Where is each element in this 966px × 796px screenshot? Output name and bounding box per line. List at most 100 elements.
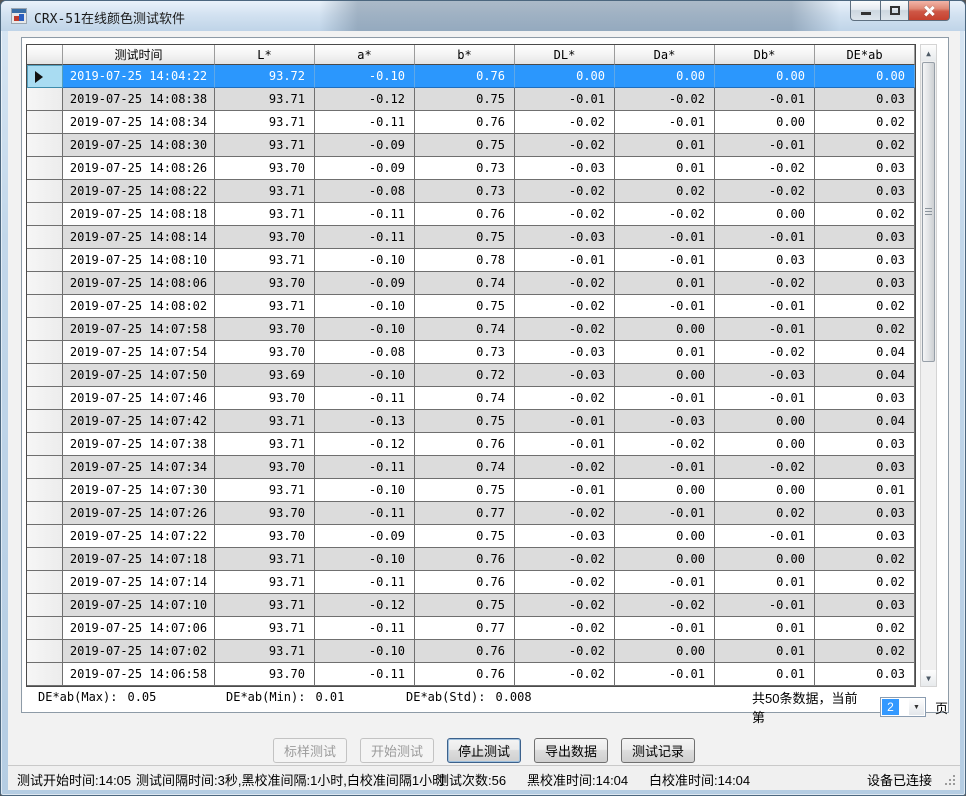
table-cell[interactable]: 0.03 (815, 180, 915, 203)
table-cell[interactable]: 0.76 (415, 548, 515, 571)
table-cell[interactable]: -0.08 (315, 341, 415, 364)
table-cell[interactable]: 2019-07-25 14:08:02 (63, 295, 215, 318)
table-cell[interactable]: -0.02 (515, 640, 615, 663)
table-cell[interactable]: 0.74 (415, 318, 515, 341)
column-header[interactable]: b* (415, 45, 515, 65)
table-cell[interactable]: 2019-07-25 14:07:30 (63, 479, 215, 502)
column-header[interactable]: 测试时间 (63, 45, 215, 65)
table-cell[interactable]: 2019-07-25 14:07:18 (63, 548, 215, 571)
table-cell[interactable]: 0.00 (715, 410, 815, 433)
table-cell[interactable]: -0.02 (515, 502, 615, 525)
row-header[interactable] (27, 180, 63, 203)
table-cell[interactable]: 93.71 (215, 571, 315, 594)
table-cell[interactable]: 93.71 (215, 180, 315, 203)
table-cell[interactable]: 0.03 (815, 663, 915, 686)
column-header[interactable]: DE*ab (815, 45, 915, 65)
table-cell[interactable]: 93.71 (215, 594, 315, 617)
table-cell[interactable]: 0.74 (415, 272, 515, 295)
table-cell[interactable]: -0.02 (515, 134, 615, 157)
table-cell[interactable]: -0.09 (315, 134, 415, 157)
table-cell[interactable]: -0.02 (515, 456, 615, 479)
table-cell[interactable]: -0.02 (515, 548, 615, 571)
row-header[interactable] (27, 111, 63, 134)
table-cell[interactable]: -0.10 (315, 364, 415, 387)
table-cell[interactable]: 0.03 (715, 249, 815, 272)
table-cell[interactable]: 0.76 (415, 571, 515, 594)
table-cell[interactable]: 0.73 (415, 341, 515, 364)
table-cell[interactable]: -0.10 (315, 640, 415, 663)
table-cell[interactable]: 0.03 (815, 226, 915, 249)
table-cell[interactable]: 0.02 (815, 571, 915, 594)
table-cell[interactable]: -0.03 (715, 364, 815, 387)
resize-grip-icon[interactable] (945, 775, 957, 787)
table-cell[interactable]: 2019-07-25 14:07:22 (63, 525, 215, 548)
table-cell[interactable]: 0.04 (815, 410, 915, 433)
row-header[interactable] (27, 617, 63, 640)
table-row[interactable]: 2019-07-25 14:07:3893.71-0.120.76-0.01-0… (27, 433, 915, 456)
export-data-button[interactable]: 导出数据 (534, 738, 608, 763)
table-cell[interactable]: 0.01 (715, 663, 815, 686)
table-row[interactable]: 2019-07-25 14:07:2293.70-0.090.75-0.030.… (27, 525, 915, 548)
table-row[interactable]: 2019-07-25 14:07:1093.71-0.120.75-0.02-0… (27, 594, 915, 617)
table-cell[interactable]: 0.75 (415, 226, 515, 249)
table-row[interactable]: 2019-07-25 14:07:5493.70-0.080.73-0.030.… (27, 341, 915, 364)
table-cell[interactable]: 0.02 (815, 318, 915, 341)
table-row[interactable]: 2019-07-25 14:08:2293.71-0.080.73-0.020.… (27, 180, 915, 203)
table-cell[interactable]: 0.01 (715, 617, 815, 640)
table-row[interactable]: 2019-07-25 14:07:0693.71-0.110.77-0.02-0… (27, 617, 915, 640)
table-cell[interactable]: -0.02 (515, 571, 615, 594)
table-row[interactable]: 2019-07-25 14:07:0293.71-0.100.76-0.020.… (27, 640, 915, 663)
table-cell[interactable]: 0.76 (415, 111, 515, 134)
table-cell[interactable]: -0.12 (315, 433, 415, 456)
table-cell[interactable]: 0.01 (715, 571, 815, 594)
row-header[interactable] (27, 548, 63, 571)
table-cell[interactable]: 93.70 (215, 226, 315, 249)
table-cell[interactable]: 2019-07-25 14:08:26 (63, 157, 215, 180)
table-cell[interactable]: -0.01 (515, 249, 615, 272)
table-cell[interactable]: -0.02 (715, 456, 815, 479)
table-cell[interactable]: 93.71 (215, 479, 315, 502)
table-cell[interactable]: 0.75 (415, 525, 515, 548)
row-header[interactable] (27, 479, 63, 502)
column-header[interactable]: Db* (715, 45, 815, 65)
table-row[interactable]: 2019-07-25 14:08:3093.71-0.090.75-0.020.… (27, 134, 915, 157)
row-header[interactable] (27, 433, 63, 456)
table-cell[interactable]: -0.01 (615, 226, 715, 249)
table-cell[interactable]: 0.02 (715, 502, 815, 525)
table-cell[interactable]: 0.03 (815, 387, 915, 410)
table-cell[interactable]: -0.02 (615, 203, 715, 226)
table-cell[interactable]: 0.75 (415, 295, 515, 318)
table-cell[interactable]: 93.71 (215, 295, 315, 318)
table-cell[interactable]: 93.69 (215, 364, 315, 387)
table-cell[interactable]: -0.10 (315, 318, 415, 341)
table-cell[interactable]: -0.02 (515, 272, 615, 295)
table-cell[interactable]: 0.00 (715, 65, 815, 88)
table-cell[interactable]: 0.75 (415, 479, 515, 502)
table-cell[interactable]: -0.02 (515, 663, 615, 686)
table-cell[interactable]: 0.00 (615, 479, 715, 502)
table-cell[interactable]: 0.00 (715, 203, 815, 226)
row-header[interactable] (27, 456, 63, 479)
table-cell[interactable]: 2019-07-25 14:07:34 (63, 456, 215, 479)
table-cell[interactable]: -0.10 (315, 295, 415, 318)
table-cell[interactable]: -0.02 (515, 617, 615, 640)
table-cell[interactable]: 2019-07-25 14:07:10 (63, 594, 215, 617)
table-cell[interactable]: 0.03 (815, 88, 915, 111)
table-cell[interactable]: 0.00 (615, 640, 715, 663)
row-header[interactable] (27, 295, 63, 318)
table-cell[interactable]: 0.03 (815, 456, 915, 479)
table-cell[interactable]: 93.71 (215, 203, 315, 226)
table-cell[interactable]: -0.02 (515, 180, 615, 203)
table-cell[interactable]: -0.02 (715, 272, 815, 295)
table-cell[interactable]: 0.75 (415, 410, 515, 433)
table-cell[interactable]: -0.03 (515, 525, 615, 548)
table-cell[interactable]: 2019-07-25 14:07:58 (63, 318, 215, 341)
standard-sample-test-button[interactable]: 标样测试 (273, 738, 347, 763)
row-header[interactable] (27, 410, 63, 433)
table-row[interactable]: 2019-07-25 14:08:1493.70-0.110.75-0.03-0… (27, 226, 915, 249)
table-cell[interactable]: 0.01 (615, 157, 715, 180)
table-cell[interactable]: 2019-07-25 14:06:58 (63, 663, 215, 686)
close-button[interactable] (908, 1, 950, 21)
table-cell[interactable]: -0.13 (315, 410, 415, 433)
table-cell[interactable]: 93.70 (215, 663, 315, 686)
